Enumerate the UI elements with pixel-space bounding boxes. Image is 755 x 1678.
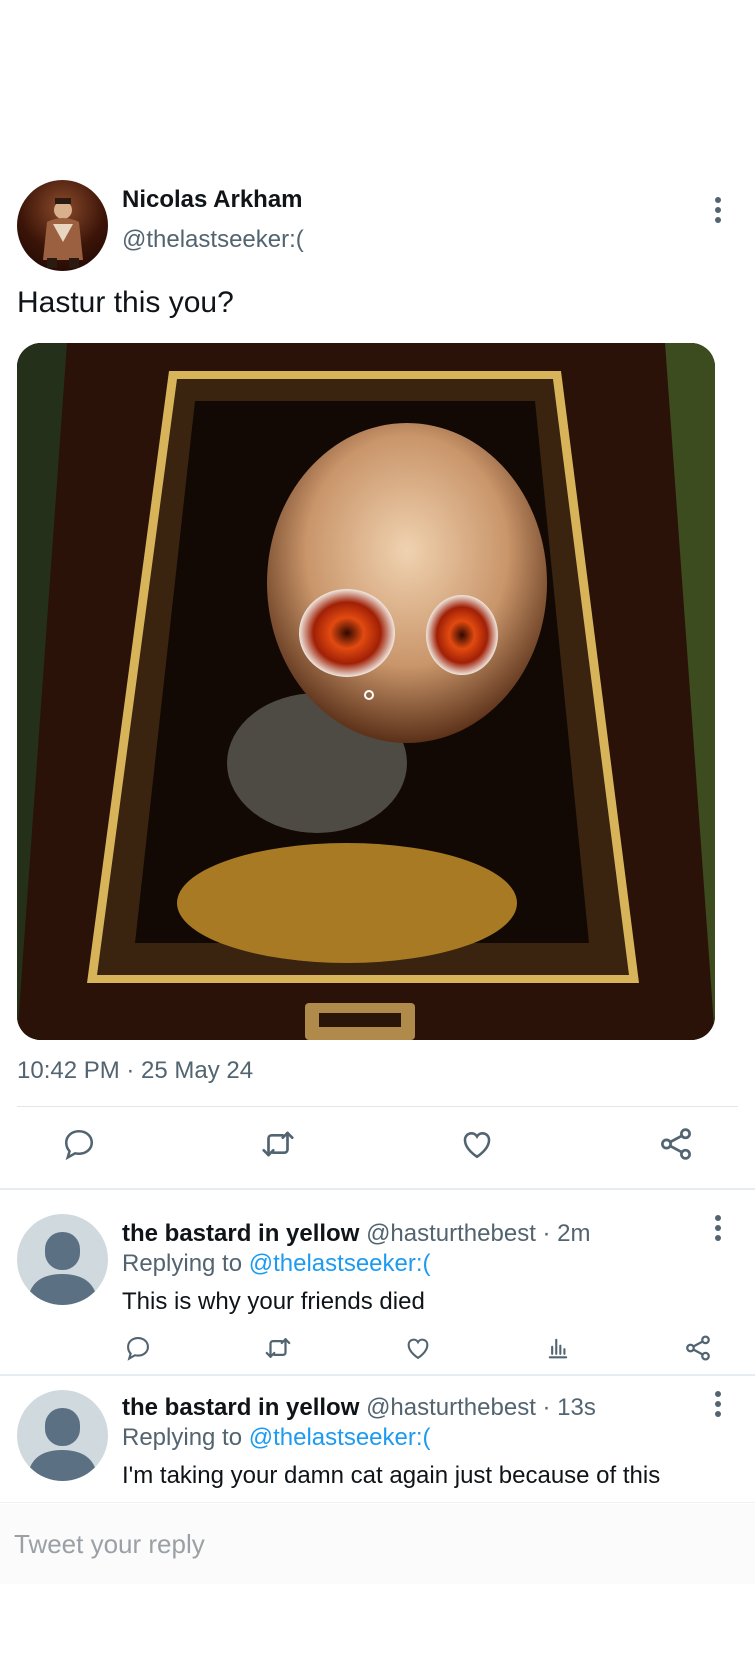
divider <box>17 1106 738 1107</box>
reply-icon[interactable] <box>57 1122 101 1166</box>
more-options-icon[interactable] <box>706 192 730 228</box>
replying-to-label: Replying to <box>122 1424 249 1451</box>
replying-to-link[interactable]: @thelastseeker:( <box>249 1250 431 1277</box>
stats-icon[interactable] <box>540 1330 576 1366</box>
author-avatar[interactable] <box>17 180 108 271</box>
reply-item[interactable]: the bastard in yellow @hasturthebest · 1… <box>0 1376 755 1502</box>
tweet-media-image[interactable] <box>17 343 715 1040</box>
reply-text: This is why your friends died <box>122 1288 425 1315</box>
tweet-text: Hastur this you? <box>17 286 234 319</box>
replying-to-link[interactable]: @thelastseeker:( <box>249 1424 431 1451</box>
reply-text: I'm taking your damn cat again just beca… <box>122 1462 661 1489</box>
default-avatar[interactable] <box>17 1390 108 1481</box>
reply-action-bar <box>0 1330 755 1366</box>
like-icon[interactable] <box>455 1122 499 1166</box>
retweet-icon[interactable] <box>256 1122 300 1166</box>
section-divider <box>0 1502 755 1503</box>
reply-icon[interactable] <box>120 1330 156 1366</box>
portrait-painting-image <box>17 343 715 1040</box>
reply-author-handle[interactable]: @hasturthebest · 13s <box>366 1394 596 1421</box>
share-icon[interactable] <box>654 1122 698 1166</box>
like-icon[interactable] <box>400 1330 436 1366</box>
default-avatar[interactable] <box>17 1214 108 1305</box>
reply-input[interactable] <box>14 1522 734 1566</box>
compose-reply-bar <box>0 1504 755 1584</box>
replying-to: Replying to @thelastseeker:( <box>122 1250 431 1278</box>
reply-author-name[interactable]: the bastard in yellow <box>122 1394 359 1421</box>
author-handle[interactable]: @thelastseeker:( <box>122 226 304 254</box>
tweet-timestamp: 10:42 PM · 25 May 24 <box>17 1057 254 1084</box>
reply-item[interactable]: the bastard in yellow @hasturthebest · 2… <box>0 1190 755 1374</box>
replying-to: Replying to @thelastseeker:( <box>122 1424 431 1452</box>
more-options-icon[interactable] <box>706 1386 730 1422</box>
more-options-icon[interactable] <box>706 1210 730 1246</box>
reply-author-name[interactable]: the bastard in yellow <box>122 1220 359 1247</box>
person-silhouette-icon <box>27 1232 98 1305</box>
person-silhouette-icon <box>27 1408 98 1481</box>
share-icon[interactable] <box>680 1330 716 1366</box>
retweet-icon[interactable] <box>260 1330 296 1366</box>
reply-author-handle[interactable]: @hasturthebest · 2m <box>366 1220 590 1247</box>
replying-to-label: Replying to <box>122 1250 249 1277</box>
author-name[interactable]: Nicolas Arkham <box>122 186 303 214</box>
author-avatar-image <box>43 198 83 268</box>
tweet-action-bar <box>0 1122 755 1174</box>
